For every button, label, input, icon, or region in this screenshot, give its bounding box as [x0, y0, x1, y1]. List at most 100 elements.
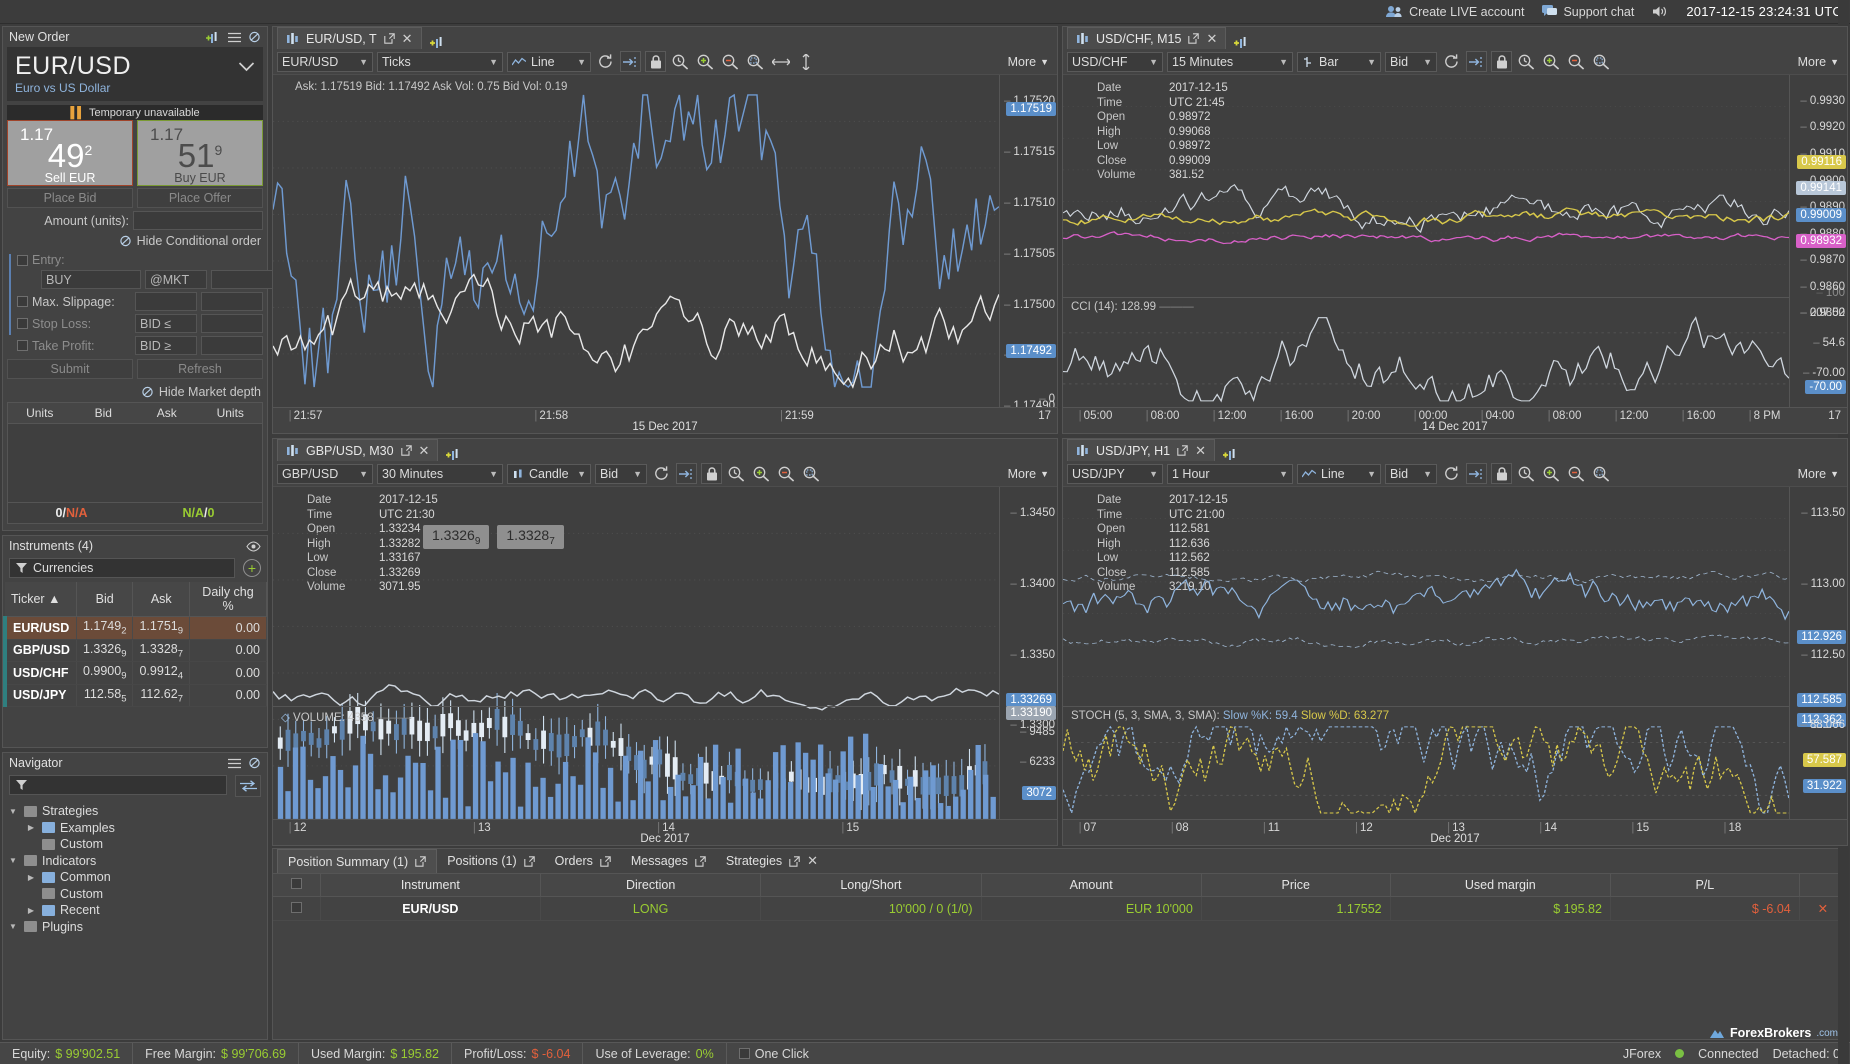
time-axis[interactable]: 21:5721:5821:5915 Dec 201717 [273, 407, 1057, 433]
chart-plot-area[interactable]: Date2017-12-15TimeUTC 21:30Open1.33234Hi… [273, 487, 1057, 819]
tree-item-custom[interactable]: Custom [7, 836, 267, 853]
pos-col-instrument[interactable]: Instrument [320, 874, 540, 897]
tree-item-common[interactable]: ▶Common [7, 869, 267, 886]
amount-input[interactable] [133, 211, 263, 230]
zoom-out-icon[interactable] [1566, 51, 1587, 72]
menu-icon[interactable] [228, 32, 241, 43]
close-icon[interactable]: ✕ [419, 443, 430, 459]
one-click-checkbox[interactable] [739, 1048, 750, 1059]
refresh-button[interactable]: Refresh [137, 359, 263, 379]
entry-side-input[interactable] [41, 270, 141, 289]
price-axis[interactable]: 113.50113.00112.50112.00112.926112.58511… [1789, 487, 1847, 819]
select-all-checkbox[interactable] [291, 878, 302, 889]
instrument-select[interactable]: USD/JPY▼ [1067, 464, 1163, 484]
zoom-in-icon[interactable] [1541, 51, 1562, 72]
close-icon[interactable]: ✕ [807, 853, 818, 869]
add-chart-button[interactable] [422, 36, 453, 49]
chart-more-menu[interactable]: More▼ [1798, 55, 1843, 69]
add-chart-button[interactable] [1215, 448, 1246, 461]
slippage-extra-input[interactable] [201, 292, 263, 311]
zoom-select-icon[interactable] [1591, 463, 1612, 484]
col-ask[interactable]: Ask [133, 582, 190, 617]
row-checkbox[interactable] [291, 902, 302, 913]
tree-toggle-icon[interactable]: ▼ [7, 856, 19, 865]
tree-item-recent[interactable]: ▶Recent [7, 902, 267, 919]
pos-col-select[interactable] [273, 874, 320, 897]
sell-quote-button[interactable]: 1.17 492 Sell EUR [7, 120, 133, 186]
add-chart-button[interactable] [1226, 36, 1257, 49]
menu-icon[interactable] [228, 758, 241, 769]
chart-tab[interactable]: GBP/USD, M30✕ [277, 439, 438, 461]
zoom-select-icon[interactable] [1591, 51, 1612, 72]
refresh-icon[interactable] [595, 51, 616, 72]
chart-plot-area[interactable]: Ask: 1.17519 Bid: 1.17492 Ask Vol: 0.75 … [273, 75, 1057, 407]
tree-toggle-icon[interactable]: ▶ [25, 823, 37, 832]
tree-item-examples[interactable]: ▶Examples [7, 820, 267, 837]
row-checkbox-cell[interactable] [273, 897, 320, 921]
add-chart-icon[interactable] [206, 31, 221, 44]
side-select[interactable]: Bid▼ [1385, 464, 1437, 484]
buy-quote-button[interactable]: 1.17 519 Buy EUR [137, 120, 263, 186]
refresh-icon[interactable] [1441, 51, 1462, 72]
instrument-filter-select[interactable]: Currencies [9, 558, 235, 578]
time-axis[interactable]: 12131415Dec 2017 [273, 819, 1057, 845]
col-daily-chg[interactable]: Daily chg % [190, 582, 267, 617]
tree-toggle-icon[interactable]: ▶ [25, 873, 37, 882]
zoom-select-icon[interactable] [745, 51, 766, 72]
lock-icon[interactable] [645, 51, 666, 72]
symbol-selector[interactable]: EUR/USD Euro vs US Dollar [7, 47, 263, 101]
entry-checkbox[interactable] [17, 255, 28, 266]
tree-toggle-icon[interactable]: ▼ [7, 922, 19, 931]
pos-col-direction[interactable]: Direction [540, 874, 760, 897]
pos-col-p-l[interactable]: P/L [1610, 874, 1799, 897]
zoom-time-icon[interactable] [726, 463, 747, 484]
popout-icon[interactable] [524, 856, 535, 867]
chart-type-select[interactable]: Candle▼ [507, 464, 591, 484]
place-bid-button[interactable]: Place Bid [7, 188, 133, 208]
zoom-in-icon[interactable] [1541, 463, 1562, 484]
tree-item-indicators[interactable]: ▼Indicators [7, 853, 267, 870]
chart-plot-area[interactable]: Date2017-12-15TimeUTC 21:45Open0.98972Hi… [1063, 75, 1847, 407]
pos-col-long-short[interactable]: Long/Short [761, 874, 981, 897]
hide-conditional-toggle[interactable]: Hide Conditional order [3, 230, 267, 250]
lock-icon[interactable] [701, 463, 722, 484]
chart-type-select[interactable]: Line▼ [1297, 464, 1381, 484]
time-axis[interactable]: 0708111213141518Dec 2017 [1063, 819, 1847, 845]
chart-more-menu[interactable]: More▼ [1798, 467, 1843, 481]
chevron-down-icon[interactable] [238, 61, 255, 72]
table-row[interactable]: EUR/USDLONG10'000 / 0 (1/0)EUR 10'0001.1… [273, 897, 1847, 921]
scroll-to-end-icon[interactable] [1466, 51, 1487, 72]
instrument-select[interactable]: USD/CHF▼ [1067, 52, 1163, 72]
popout-icon[interactable] [600, 856, 611, 867]
add-instrument-button[interactable]: + [243, 559, 261, 577]
tree-item-plugins[interactable]: ▼Plugins [7, 919, 267, 936]
hide-icon[interactable] [248, 757, 261, 769]
chart-more-menu[interactable]: More▼ [1008, 55, 1053, 69]
place-offer-button[interactable]: Place Offer [137, 188, 263, 208]
price-axis[interactable]: 1.34501.34001.33501.33001.332691.3319094… [999, 487, 1057, 819]
chart-plot-area[interactable]: Date2017-12-15TimeUTC 21:00Open112.581Hi… [1063, 487, 1847, 819]
price-axis[interactable]: 1.175201.175151.175101.175051.175001.174… [999, 75, 1057, 407]
scroll-to-end-icon[interactable] [620, 51, 641, 72]
stoploss-checkbox[interactable] [17, 318, 28, 329]
entry-price-input[interactable] [145, 270, 207, 289]
col-bid[interactable]: Bid [76, 582, 133, 617]
create-live-account-button[interactable]: Create LIVE account [1386, 5, 1524, 19]
pos-col-price[interactable]: Price [1201, 874, 1390, 897]
time-axis[interactable]: 05:0008:0012:0016:0020:0000:0004:0008:00… [1063, 407, 1847, 433]
tree-toggle-icon[interactable]: ▶ [25, 906, 37, 915]
popout-icon[interactable] [789, 856, 800, 867]
bottom-tab-position-summary[interactable]: Position Summary (1) [277, 849, 437, 873]
zoom-out-icon[interactable] [720, 51, 741, 72]
chart-tab[interactable]: USD/CHF, M15✕ [1067, 27, 1226, 49]
takeprofit-value-input[interactable] [201, 336, 263, 355]
lock-icon[interactable] [1491, 51, 1512, 72]
tree-toggle-icon[interactable]: ▼ [7, 807, 19, 816]
close-icon[interactable]: ✕ [1195, 443, 1206, 459]
period-select[interactable]: 1 Hour▼ [1167, 464, 1293, 484]
table-row[interactable]: GBP/USD1.332691.332870.00 [5, 639, 267, 662]
side-select[interactable]: Bid▼ [595, 464, 647, 484]
tree-item-custom[interactable]: Custom [7, 886, 267, 903]
bottom-tab-orders[interactable]: Orders [545, 849, 621, 873]
fit-horizontal-icon[interactable] [770, 51, 791, 72]
